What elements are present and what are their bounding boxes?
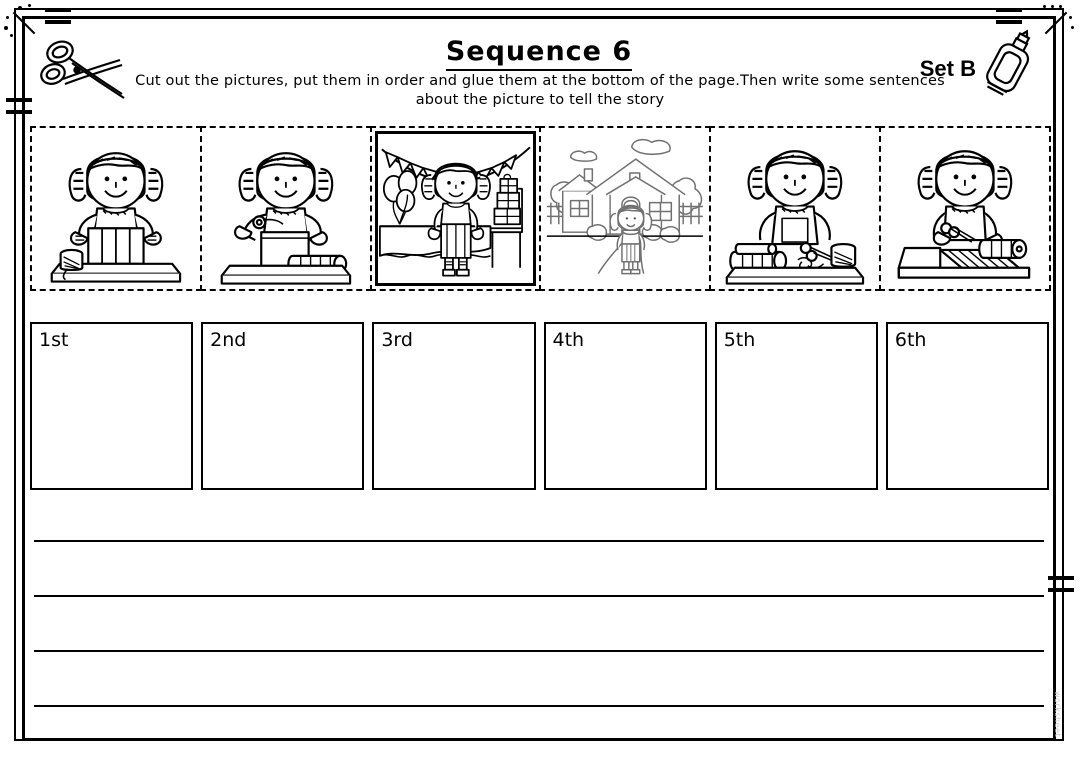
speckle-dot	[4, 26, 8, 30]
speckle-dot	[10, 34, 13, 37]
answer-box-4th[interactable]: 4th	[543, 322, 707, 490]
answer-boxes-row: 1st 2nd 3rd 4th 5th 6th	[30, 322, 1050, 490]
speckle-dot	[1059, 5, 1062, 8]
answer-box-label: 6th	[894, 329, 927, 351]
page-title-text: Sequence 6	[445, 36, 633, 71]
writing-line[interactable]	[34, 650, 1044, 652]
watermark-text: worksheet	[1053, 690, 1062, 737]
answer-box-3rd[interactable]: 3rd	[372, 322, 536, 490]
writing-line[interactable]	[34, 705, 1044, 707]
answer-box-5th[interactable]: 5th	[714, 322, 878, 490]
cutout-card-1[interactable]	[30, 126, 202, 291]
answer-box-label: 2nd	[210, 329, 247, 351]
cutout-card-3[interactable]	[369, 126, 542, 291]
speckle-dot	[1071, 26, 1074, 29]
speckle-dot	[18, 6, 22, 10]
binding-tick-right	[1048, 574, 1074, 598]
cutout-card-2[interactable]	[199, 126, 372, 291]
answer-box-label: 1st	[39, 329, 69, 351]
frame-corner-cut-topright	[1044, 11, 1068, 35]
page-title: Sequence 6	[30, 36, 1048, 71]
answer-box-label: 3rd	[381, 329, 413, 351]
writing-lines-area	[34, 540, 1044, 760]
cutout-card-6[interactable]	[879, 126, 1051, 291]
speckle-dot	[1069, 16, 1072, 19]
answer-box-6th[interactable]: 6th	[885, 322, 1050, 490]
worksheet-page: Sequence 6 Set B Cut out the pictures, p…	[0, 0, 1080, 745]
worksheet-header: Sequence 6 Set B Cut out the pictures, p…	[30, 24, 1048, 114]
writing-line[interactable]	[34, 595, 1044, 597]
speckle-dot	[28, 4, 31, 7]
cutout-card-4[interactable]	[539, 126, 712, 291]
cutout-card-5[interactable]	[709, 126, 882, 291]
instructions-text: Cut out the pictures, put them in order …	[135, 73, 945, 108]
speckle-dot	[1043, 5, 1046, 8]
writing-line[interactable]	[34, 540, 1044, 542]
cutout-cards-row	[30, 126, 1051, 291]
speckle-dot	[6, 16, 9, 19]
answer-box-label: 5th	[723, 329, 756, 351]
answer-box-1st[interactable]: 1st	[30, 322, 194, 490]
speckle-dot	[1051, 5, 1054, 8]
answer-box-label: 4th	[552, 329, 585, 351]
binding-tick-left	[6, 96, 32, 120]
answer-box-2nd[interactable]: 2nd	[201, 322, 365, 490]
